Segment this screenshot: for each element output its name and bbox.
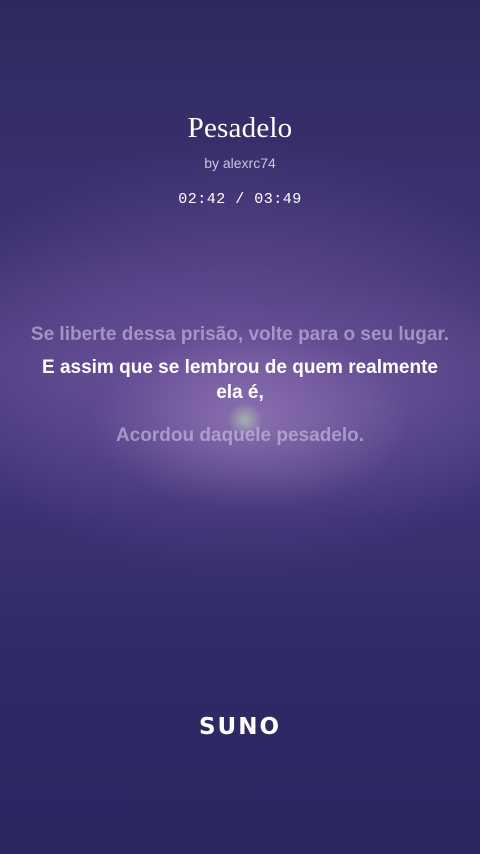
lyric-line-next: Acordou daquele pesadelo.: [115, 425, 365, 446]
playback-time: 02:42 / 03:49: [178, 191, 302, 208]
lyric-line-current: E assim que se lembrou de quem realmente…: [42, 357, 438, 403]
song-title: Pesadelo: [187, 112, 293, 144]
lyric-line-previous: Se liberte dessa prisão, volte para o se…: [30, 324, 450, 345]
artist-link[interactable]: by alexrc74: [0, 155, 480, 171]
lyrics-panel: Se liberte dessa prisão, volte para o se…: [30, 322, 450, 448]
suno-logo[interactable]: SUNO: [0, 714, 480, 740]
